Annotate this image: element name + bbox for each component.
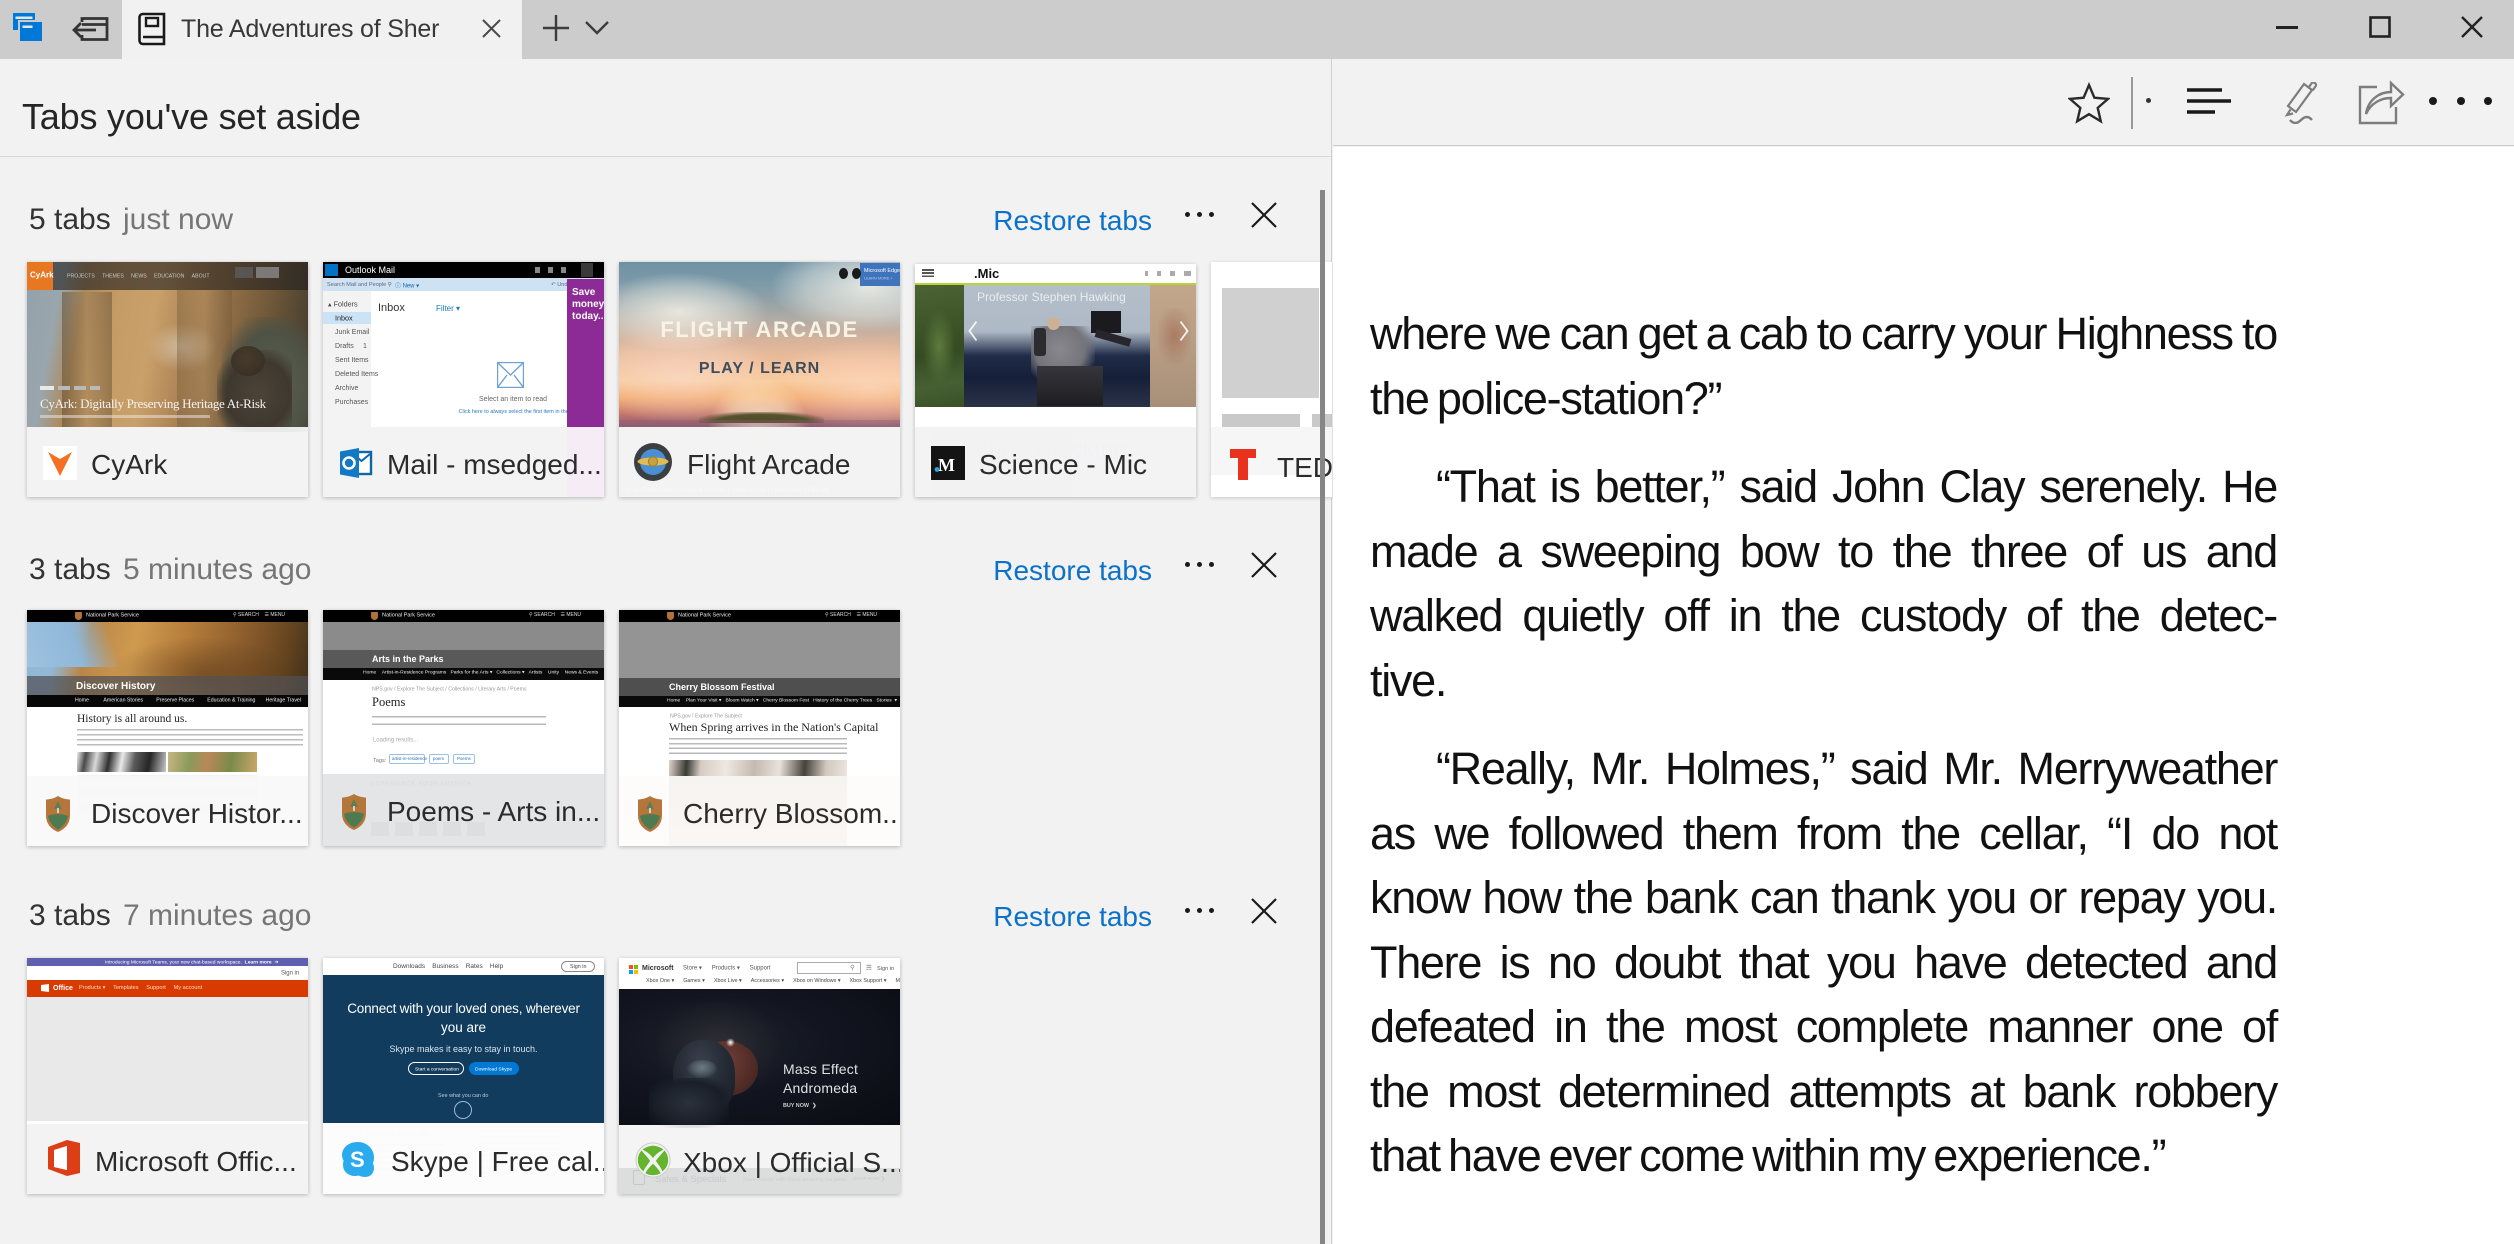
svg-text:S: S: [350, 1147, 365, 1172]
svg-text:M: M: [938, 455, 955, 475]
